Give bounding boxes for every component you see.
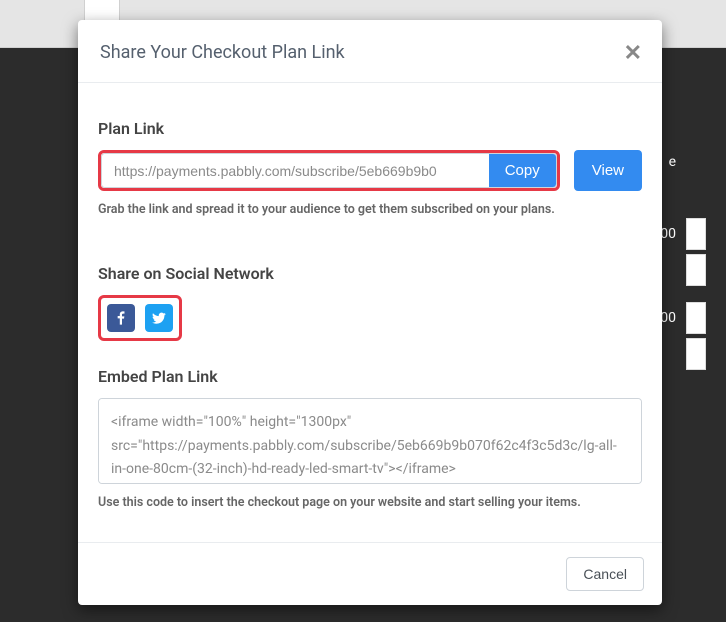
- cancel-button[interactable]: Cancel: [566, 557, 644, 591]
- bg-row-value-2: 00: [660, 310, 676, 326]
- modal-title: Share Your Checkout Plan Link: [100, 42, 345, 63]
- bg-text-e: e: [669, 154, 676, 170]
- modal-footer: Cancel: [78, 542, 662, 605]
- facebook-share-button[interactable]: [107, 304, 135, 332]
- social-row: [101, 298, 179, 338]
- plan-link-row: Copy View: [98, 150, 642, 191]
- embed-heading: Embed Plan Link: [98, 367, 642, 386]
- twitter-icon: [151, 310, 167, 326]
- twitter-share-button[interactable]: [145, 304, 173, 332]
- view-button[interactable]: View: [574, 150, 642, 191]
- embed-code-textarea[interactable]: <iframe width="100%" height="1300px" src…: [98, 398, 642, 484]
- share-checkout-modal: Share Your Checkout Plan Link ✕ Plan Lin…: [78, 20, 662, 605]
- plan-link-input[interactable]: [102, 154, 489, 187]
- bg-row-field-2a[interactable]: [686, 302, 706, 334]
- plan-link-highlight: Copy: [98, 150, 560, 191]
- plan-link-helper: Grab the link and spread it to your audi…: [98, 201, 642, 220]
- facebook-icon: [113, 310, 129, 326]
- bg-row-field-1a[interactable]: [686, 218, 706, 250]
- modal-body: Plan Link Copy View Grab the link and sp…: [78, 83, 662, 542]
- embed-helper: Use this code to insert the checkout pag…: [98, 494, 642, 513]
- plan-link-input-group: Copy: [101, 153, 557, 188]
- bg-row-field-1b[interactable]: [686, 254, 706, 286]
- plan-link-heading: Plan Link: [98, 119, 642, 138]
- bg-row-value-1: 00: [660, 226, 676, 242]
- social-highlight: [98, 295, 182, 341]
- bg-row-field-2b[interactable]: [686, 338, 706, 370]
- copy-button[interactable]: Copy: [489, 154, 556, 187]
- modal-header: Share Your Checkout Plan Link ✕: [78, 20, 662, 83]
- social-heading: Share on Social Network: [98, 264, 642, 283]
- close-button[interactable]: ✕: [624, 42, 642, 64]
- close-icon: ✕: [624, 40, 642, 65]
